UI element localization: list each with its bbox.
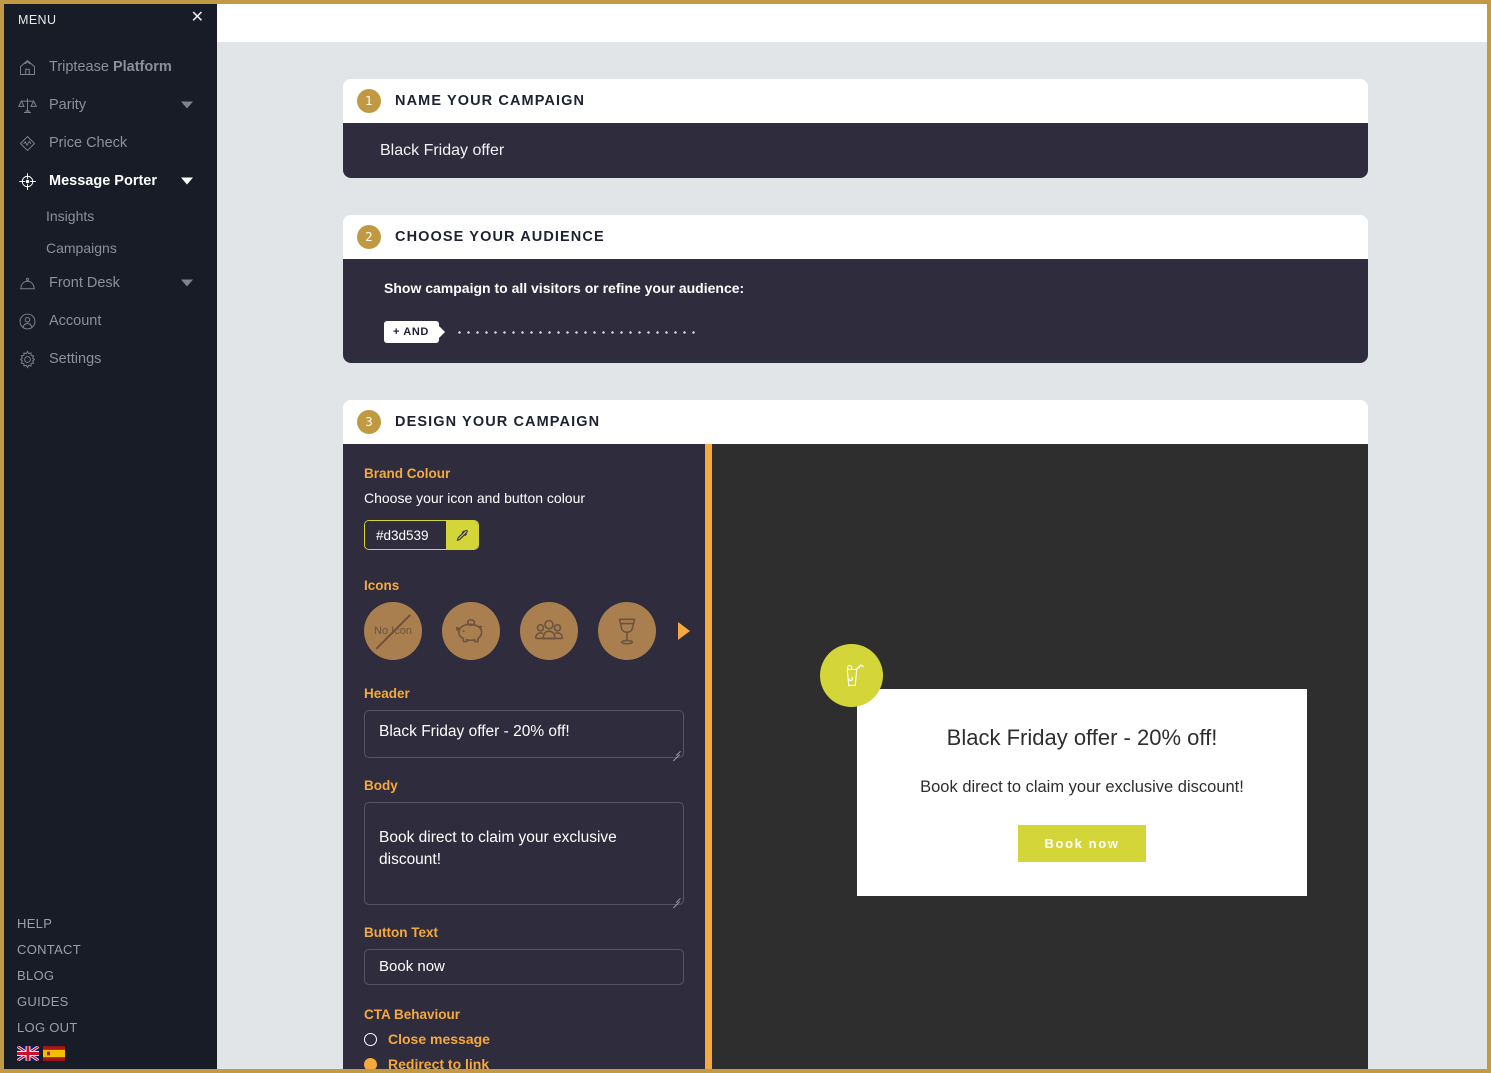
no-icon-label: No Icon	[374, 625, 412, 637]
spain-flag[interactable]	[43, 1046, 65, 1061]
header-label: Header	[364, 686, 410, 701]
sidebar-item-price-check[interactable]: Price Check	[4, 124, 217, 162]
step-header: 2 CHOOSE YOUR AUDIENCE	[343, 215, 1368, 259]
radio-icon[interactable]	[364, 1032, 377, 1046]
sidebar-footer: HELP CONTACT BLOG GUIDES LOG OUT	[4, 916, 217, 1061]
icon-option-no-icon[interactable]: No Icon	[364, 602, 422, 660]
cta-option-label: Redirect to link	[388, 1056, 490, 1069]
button-text-label: Button Text	[364, 925, 438, 940]
sidebar-subitem-campaigns[interactable]: Campaigns	[4, 232, 217, 264]
sidebar-item-label: Triptease Platform	[49, 59, 172, 75]
cta-option-label: Close message	[388, 1031, 490, 1047]
sidebar-item-label: Message Porter	[49, 173, 157, 189]
sidebar-header: MENU ✕	[4, 4, 217, 34]
cta-option-close-message[interactable]: Close message	[364, 1031, 705, 1047]
icon-option-people-group[interactable]	[520, 602, 578, 660]
preview-card: Black Friday offer - 20% off! Book direc…	[857, 689, 1307, 896]
footer-link-help[interactable]: HELP	[17, 916, 217, 931]
footer-link-guides[interactable]: GUIDES	[17, 994, 217, 1009]
icons-label: Icons	[364, 578, 400, 593]
cta-behaviour-label: CTA Behaviour	[364, 1007, 461, 1022]
vertical-scrollbar[interactable]	[705, 444, 712, 1069]
brand-colour-value[interactable]: #d3d539	[365, 521, 446, 549]
target-icon	[16, 170, 38, 192]
sidebar-item-account[interactable]: Account	[4, 302, 217, 340]
footer-link-contact[interactable]: CONTACT	[17, 942, 217, 957]
close-icon[interactable]: ✕	[191, 9, 204, 25]
language-flags	[17, 1046, 217, 1061]
step-number-badge: 2	[357, 225, 381, 249]
bell-icon	[16, 272, 38, 294]
sidebar-item-label: Account	[49, 313, 102, 329]
campaign-name-input[interactable]: Black Friday offer	[380, 142, 504, 160]
step-number-badge: 3	[357, 410, 381, 434]
resize-handle[interactable]	[671, 746, 680, 762]
sidebar-item-parity[interactable]: Parity	[4, 86, 217, 124]
sidebar: MENU ✕ Triptease Platform Parity Price C…	[4, 4, 217, 1069]
chevron-down-icon[interactable]	[181, 279, 193, 287]
audience-description: Show campaign to all visitors or refine …	[384, 280, 745, 296]
step-body: Brand Colour Choose your icon and button…	[343, 444, 1368, 1069]
sidebar-item-label: Front Desk	[49, 275, 120, 291]
step-header: 1 NAME YOUR CAMPAIGN	[343, 79, 1368, 123]
home-icon	[16, 56, 38, 78]
button-text-input[interactable]: Book now	[364, 949, 684, 985]
cta-option-redirect-to-link[interactable]: Redirect to link	[364, 1056, 705, 1069]
preview-cta-button[interactable]: Book now	[1017, 825, 1147, 862]
sidebar-subitem-insights[interactable]: Insights	[4, 200, 217, 232]
preview-title: Black Friday offer - 20% off!	[946, 725, 1218, 750]
gear-icon	[16, 348, 38, 370]
step-card-design-campaign: 3 DESIGN YOUR CAMPAIGN Brand Colour Choo…	[343, 400, 1368, 1069]
brand-colour-description: Choose your icon and button colour	[364, 490, 586, 506]
chevron-down-icon[interactable]	[181, 101, 193, 109]
design-preview-panel: Black Friday offer - 20% off! Book direc…	[712, 444, 1368, 1069]
preview-body: Book direct to claim your exclusive disc…	[920, 778, 1244, 796]
cocktail-icon	[820, 644, 883, 707]
page-title: NAME YOUR CAMPAIGN	[395, 93, 586, 109]
scales-icon	[16, 94, 38, 116]
header-input[interactable]: Black Friday offer - 20% off!	[364, 710, 684, 762]
chevron-down-icon[interactable]	[181, 177, 193, 185]
footer-link-blog[interactable]: BLOG	[17, 968, 217, 983]
step-card-name-campaign: 1 NAME YOUR CAMPAIGN Black Friday offer	[343, 79, 1368, 178]
sidebar-nav: Triptease Platform Parity Price Check Me…	[4, 48, 217, 378]
sidebar-item-triptease-platform[interactable]: Triptease Platform	[4, 48, 217, 86]
app-frame: MENU ✕ Triptease Platform Parity Price C…	[4, 4, 1487, 1069]
sidebar-item-label: Parity	[49, 97, 87, 113]
icon-option-wine-glass[interactable]	[598, 602, 656, 660]
main-content: 1 NAME YOUR CAMPAIGN Black Friday offer …	[217, 42, 1487, 1069]
sidebar-item-message-porter[interactable]: Message Porter	[4, 162, 217, 200]
footer-link-log-out[interactable]: LOG OUT	[17, 1020, 217, 1035]
sidebar-item-label: Settings	[49, 351, 102, 367]
section-title: DESIGN YOUR CAMPAIGN	[395, 414, 601, 430]
sidebar-item-label: Price Check	[49, 135, 128, 151]
body-label: Body	[364, 778, 398, 793]
add-and-button[interactable]: + AND	[384, 321, 439, 343]
uk-flag[interactable]	[17, 1046, 39, 1061]
icon-option-piggy-bank[interactable]	[442, 602, 500, 660]
step-number-badge: 1	[357, 89, 381, 113]
price-check-icon	[16, 132, 38, 154]
sidebar-item-front-desk[interactable]: Front Desk	[4, 264, 217, 302]
section-title: CHOOSE YOUR AUDIENCE	[395, 229, 605, 245]
account-icon	[16, 310, 38, 332]
step-header: 3 DESIGN YOUR CAMPAIGN	[343, 400, 1368, 444]
design-editor-panel: Brand Colour Choose your icon and button…	[343, 444, 705, 1069]
radio-icon-selected[interactable]	[364, 1057, 377, 1069]
step-body: Black Friday offer	[343, 123, 1368, 178]
brand-colour-field[interactable]: #d3d539	[364, 520, 479, 550]
step-body: Show campaign to all visitors or refine …	[343, 259, 1368, 363]
resize-handle[interactable]	[671, 893, 680, 909]
step-card-choose-audience: 2 CHOOSE YOUR AUDIENCE Show campaign to …	[343, 215, 1368, 363]
rule-dotted-line	[454, 330, 695, 334]
menu-title: MENU	[18, 13, 57, 27]
top-bar	[217, 4, 1487, 42]
audience-rule-row: + AND	[384, 321, 1368, 343]
eyedropper-icon[interactable]	[446, 521, 478, 549]
chevron-right-icon[interactable]	[678, 622, 690, 640]
icon-picker: No Icon	[364, 602, 705, 660]
sidebar-item-settings[interactable]: Settings	[4, 340, 217, 378]
body-input[interactable]: Book direct to claim your exclusive disc…	[364, 802, 684, 909]
brand-colour-label: Brand Colour	[364, 466, 451, 481]
